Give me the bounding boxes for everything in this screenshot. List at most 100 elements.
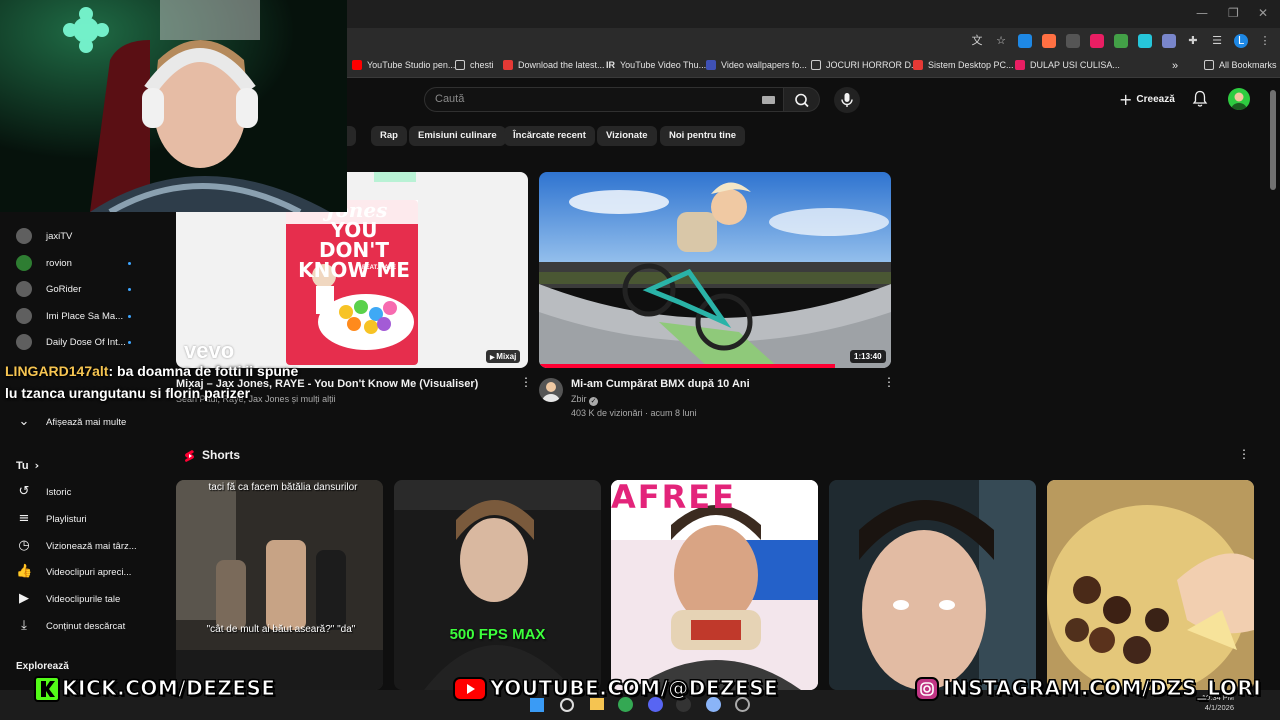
sidebar-item-subscription[interactable]: rovion <box>16 255 72 271</box>
show-more-button[interactable]: ⌄ Afișează mai multe <box>16 414 127 430</box>
folder-icon <box>1204 60 1214 70</box>
new-content-dot <box>128 262 131 265</box>
extension-icon[interactable] <box>1162 34 1176 48</box>
profile-icon[interactable]: L <box>1234 34 1248 48</box>
your-videos-icon: ▶ <box>19 591 29 606</box>
windows-start-icon[interactable] <box>530 698 544 712</box>
chat-message-line: lu tzanca urangutanu si florin parizer <box>5 385 251 401</box>
reading-list-icon[interactable]: ☰ <box>1210 34 1224 48</box>
translate-icon[interactable]: 文 <box>970 34 984 48</box>
chip-filter[interactable]: Încărcate recent <box>504 126 595 146</box>
create-button[interactable]: + Creează <box>1112 86 1180 112</box>
new-content-dot <box>128 341 131 344</box>
video-thumbnail[interactable]: 1:13:40 <box>539 172 891 368</box>
minimize-icon[interactable]: — <box>1196 6 1208 20</box>
voice-search-button[interactable] <box>834 87 860 113</box>
shorts-heading: Shorts <box>202 448 241 462</box>
short-thumbnail[interactable] <box>1047 480 1254 690</box>
more-bookmarks-button[interactable]: » <box>1172 60 1178 72</box>
search-button[interactable] <box>784 87 820 112</box>
video-channel[interactable]: Zbir ✓ <box>571 394 599 406</box>
sidebar-item-liked[interactable]: 👍 Videoclipuri apreci... <box>16 564 131 580</box>
sidebar-item-downloads[interactable]: ⤓ Conținut descărcat <box>16 618 125 634</box>
youtube-studio-icon <box>352 60 362 70</box>
short-thumbnail[interactable]: 500 FPS MAX <box>394 480 601 690</box>
all-bookmarks-button[interactable]: All Bookmarks <box>1204 60 1277 70</box>
thumb-feat-text: FEAT. RAYE <box>362 265 397 271</box>
short-thumbnail[interactable] <box>829 480 1036 690</box>
short-caption: AFREE <box>611 480 736 516</box>
kick-logo-icon <box>34 676 60 702</box>
video-title[interactable]: Mi-am Cumpărat BMX după 10 Ani <box>571 378 750 390</box>
sidebar-item-your-videos[interactable]: ▶ Videoclipurile tale <box>16 591 120 607</box>
bookmark-star-icon[interactable]: ☆ <box>994 34 1008 48</box>
extension-icon[interactable] <box>1138 34 1152 48</box>
bookmark-item[interactable]: IR YouTube Video Thu... <box>606 60 706 70</box>
sidebar-item-history[interactable]: ↺ Istoric <box>16 484 72 500</box>
channel-avatar <box>16 281 32 297</box>
chip-filter[interactable]: Emisiuni culinare <box>409 126 506 146</box>
search-icon <box>795 93 809 108</box>
page-scrollbar[interactable] <box>1270 90 1276 190</box>
channel-avatar <box>16 308 32 324</box>
search-input[interactable]: Caută <box>424 87 784 112</box>
watch-later-icon: ◷ <box>18 538 30 553</box>
sidebar-item-subscription[interactable]: GoRider <box>16 281 81 297</box>
chat-message: LINGARD147alt: ba doamna de fotti ii spu… <box>5 363 299 379</box>
history-icon: ↺ <box>18 484 30 499</box>
channel-avatar[interactable] <box>539 378 563 402</box>
more-actions-icon[interactable]: ⋮ <box>520 376 532 388</box>
menu-icon[interactable]: ⋮ <box>1258 34 1272 48</box>
notifications-bell-icon[interactable] <box>1192 90 1208 108</box>
chip-filter[interactable]: Rap <box>371 126 407 146</box>
keyboard-icon[interactable] <box>762 96 775 104</box>
close-icon[interactable]: ✕ <box>1258 6 1268 20</box>
extension-icon[interactable] <box>1090 34 1104 48</box>
sidebar-item-playlists[interactable]: ≡ Playlisturi <box>16 511 87 527</box>
bookmark-item[interactable]: Sistem Desktop PC... <box>913 60 1014 70</box>
bookmark-item[interactable]: YouTube Studio pen... <box>352 60 455 70</box>
sidebar-item-watch-later[interactable]: ◷ Vizionează mai târz... <box>16 538 136 554</box>
sidebar-item-subscription[interactable]: Imi Place Sa Ma... <box>16 308 123 324</box>
channel-avatar <box>16 228 32 244</box>
sidebar-item-subscription[interactable]: Daily Dose Of Int... <box>16 334 126 350</box>
extension-icon[interactable] <box>1066 34 1080 48</box>
thumb-title-line: YOU DON'T <box>318 218 390 262</box>
sidebar-item-subscription[interactable]: jaxiTV <box>16 228 72 244</box>
closeup-face-artwork <box>829 480 1036 690</box>
instagram-link: INSTAGRAM.COM/DZS_LORI <box>942 676 1262 701</box>
bookmark-item[interactable]: chesti <box>455 60 494 70</box>
kick-link: KICK.COM/DEZESE <box>62 676 276 701</box>
chip-filter[interactable]: Noi pentru tine <box>660 126 746 146</box>
chip-filter[interactable]: Vizionate <box>597 126 657 146</box>
bookmark-item[interactable]: JOCURI HORROR D... <box>811 60 919 70</box>
short-caption: taci fă ca facem bătălia dansurilor <box>208 482 358 493</box>
new-content-dot <box>128 288 131 291</box>
taskbar-search-icon[interactable] <box>560 698 574 712</box>
sidebar-section-you[interactable]: Tu › <box>16 459 39 472</box>
maximize-icon[interactable]: ❐ <box>1228 6 1239 20</box>
instagram-logo-icon <box>915 677 939 701</box>
pc-site-icon <box>913 60 923 70</box>
more-actions-icon[interactable]: ⋮ <box>883 376 895 388</box>
short-caption: 500 FPS MAX <box>449 626 546 643</box>
bookmark-item[interactable]: DULAP USI CULISA... <box>1015 60 1120 70</box>
streamer-webcam-feed <box>0 0 347 212</box>
bookmark-item[interactable]: Video wallpapers fo... <box>706 60 807 70</box>
extension-icon[interactable] <box>1042 34 1056 48</box>
folder-icon <box>455 60 465 70</box>
extension-icon[interactable] <box>1114 34 1128 48</box>
sidebar: Abonamente jaxiTV rovion GoRider Imi Pla… <box>0 200 160 690</box>
account-avatar[interactable] <box>1228 88 1250 110</box>
puzzle-icon[interactable]: ✚ <box>1186 34 1200 48</box>
extension-icon[interactable] <box>1018 34 1032 48</box>
short-thumbnail[interactable]: taci fă ca facem bătălia dansurilor "cât… <box>176 480 383 690</box>
bookmark-item[interactable]: Download the latest... <box>503 60 605 70</box>
folder-icon <box>811 60 821 70</box>
food-dish-artwork <box>1047 480 1254 690</box>
short-thumbnail[interactable]: AFREE <box>611 480 818 690</box>
sidebar-section-explore[interactable]: Explorează <box>16 661 69 672</box>
channel-avatar <box>16 334 32 350</box>
bmx-rider-artwork <box>539 172 891 368</box>
more-actions-icon[interactable]: ⋮ <box>1238 448 1250 460</box>
